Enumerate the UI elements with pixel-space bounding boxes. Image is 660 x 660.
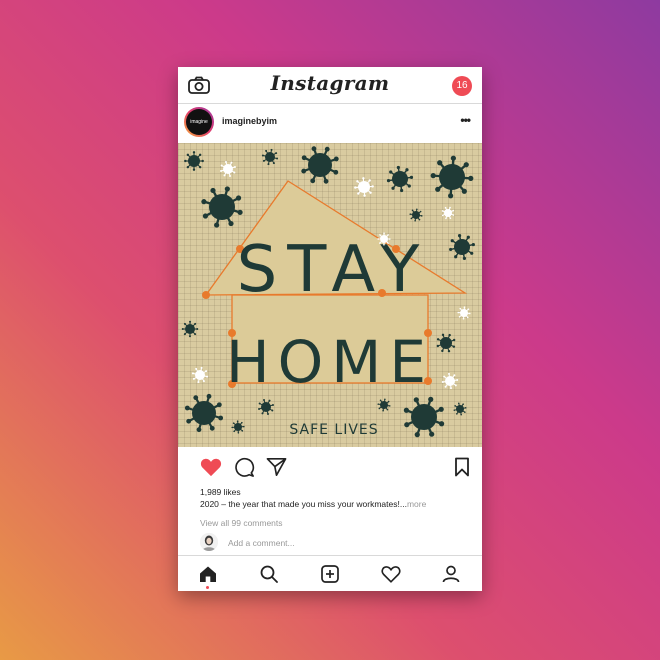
virus-icon [457, 306, 471, 320]
notification-badge[interactable]: 16 [452, 76, 472, 96]
post-username[interactable]: imaginebyim [222, 116, 277, 126]
virus-icon [403, 396, 445, 438]
virus-icon [231, 420, 245, 434]
activity-heart-icon[interactable] [381, 565, 401, 588]
virus-icon [201, 186, 243, 228]
virus-icon [301, 146, 339, 184]
virus-icon [184, 393, 224, 433]
virus-icon [181, 320, 199, 338]
comment-icon[interactable] [234, 457, 255, 482]
artwork-title-stay: STAY [237, 233, 430, 307]
bookmark-icon[interactable] [454, 457, 470, 482]
virus-icon [430, 155, 474, 199]
add-comment-input[interactable]: Add a comment... [228, 538, 295, 548]
stay-home-artwork: STAY HOME SAFE LIVES [181, 146, 475, 438]
virus-icon [220, 161, 236, 177]
avatar[interactable]: imagine [184, 107, 214, 137]
post-caption: 2020 – the year that made you miss your … [200, 499, 426, 509]
app-logo: Instagram [270, 71, 390, 95]
post-header: imagine imaginebyim ••• [178, 103, 482, 143]
heart-icon[interactable] [200, 457, 222, 482]
artwork-title-home: HOME [226, 328, 434, 396]
like-count[interactable]: 1,989 likes [200, 487, 241, 497]
instagram-phone-mockup: Instagram 16 imagine imaginebyim ••• STA… [178, 67, 482, 591]
add-post-icon[interactable] [321, 565, 339, 588]
profile-icon[interactable] [442, 565, 460, 588]
virus-icon [261, 148, 279, 166]
more-dots-icon[interactable]: ••• [460, 113, 471, 127]
caption-text: 2020 – the year that made you miss your … [200, 499, 407, 509]
virus-icon [436, 333, 456, 353]
add-comment-row: Add a comment... [200, 533, 460, 553]
action-bar [178, 447, 482, 487]
active-tab-indicator [206, 586, 209, 589]
virus-icon [377, 232, 391, 246]
virus-icon [258, 399, 274, 415]
top-bar: Instagram 16 [178, 67, 482, 104]
search-icon[interactable] [260, 565, 278, 588]
virus-icon [453, 402, 467, 416]
virus-icon [377, 398, 391, 412]
bottom-nav [178, 555, 482, 592]
virus-icon [449, 234, 475, 260]
virus-icon [386, 165, 414, 193]
virus-icon [191, 366, 209, 384]
virus-icon [184, 151, 204, 171]
view-comments-link[interactable]: View all 99 comments [200, 518, 283, 528]
avatar-image: imagine [186, 109, 212, 135]
virus-icon [409, 208, 423, 222]
post-image[interactable]: STAY HOME SAFE LIVES [178, 143, 482, 447]
home-icon[interactable] [199, 565, 217, 588]
virus-icon [441, 206, 455, 220]
artwork-footer-text: SAFE LIVES [289, 422, 378, 438]
caption-more-link[interactable]: more [407, 499, 426, 509]
commenter-avatar [200, 533, 218, 551]
virus-icon [441, 372, 459, 390]
send-icon[interactable] [266, 457, 287, 482]
virus-icon [354, 177, 374, 197]
